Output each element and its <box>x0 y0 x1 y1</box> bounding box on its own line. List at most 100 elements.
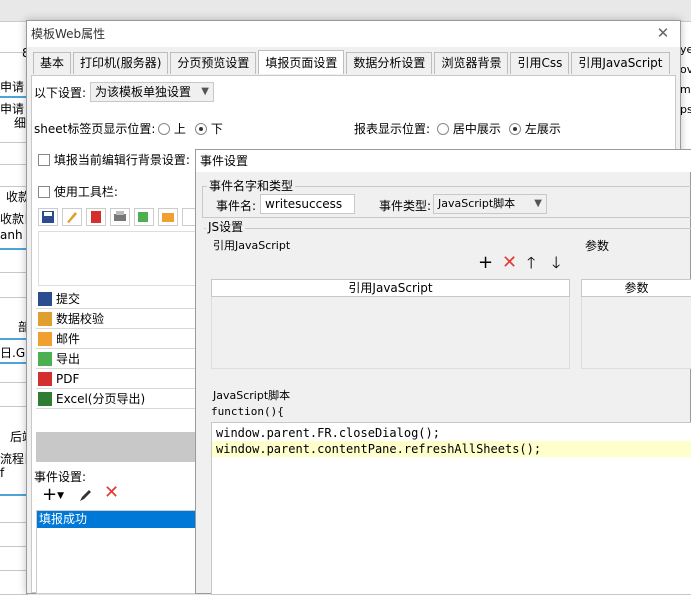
export-icon <box>38 352 52 366</box>
list-spacer <box>36 414 200 432</box>
delete-icon[interactable]: ✕ <box>502 254 517 272</box>
option-label: 居中展示 <box>452 122 501 136</box>
list-divider <box>36 432 200 462</box>
bg-cell: ov <box>680 63 691 76</box>
tab-page-preview[interactable]: 分页预览设置 <box>170 52 257 74</box>
fill-bg-label: 填报当前编辑行背景设置: <box>53 153 190 167</box>
js-settings-group <box>204 228 691 229</box>
event-type-label: 事件类型: <box>379 199 432 213</box>
event-type-select[interactable]: JavaScript脚本 ▼ <box>433 194 547 214</box>
list-item-label: 提交 <box>56 292 81 306</box>
script-label: JavaScript脚本 <box>213 389 291 402</box>
radio-selected-icon <box>509 123 521 135</box>
bg-cell: f <box>0 466 5 480</box>
chevron-down-icon: ▼ <box>201 86 209 97</box>
save-icon <box>38 292 52 306</box>
list-item[interactable]: Excel(分页导出) <box>36 389 198 409</box>
function-open: function(){ <box>211 405 284 418</box>
pdf-icon <box>38 372 52 386</box>
bg-cell: m <box>680 83 691 96</box>
edit-event-button[interactable] <box>78 487 94 506</box>
toolbar-preview <box>38 208 198 228</box>
export-icon[interactable] <box>134 208 154 226</box>
fill-bg-checkbox[interactable]: 填报当前编辑行背景设置: <box>38 151 190 168</box>
radio-icon <box>158 123 170 135</box>
event-name-label: 事件名: <box>216 199 257 213</box>
option-label: 左展示 <box>524 122 561 136</box>
pencil-icon[interactable] <box>62 208 82 226</box>
dialog-title: 事件设置 <box>196 150 691 172</box>
tab-ref-css[interactable]: 引用Css <box>510 52 570 74</box>
toolbar-drop-area <box>38 231 198 286</box>
tab-ref-js[interactable]: 引用JavaScript <box>571 52 670 74</box>
use-toolbar-checkbox[interactable]: 使用工具栏: <box>38 183 118 200</box>
tab-printer[interactable]: 打印机(服务器) <box>73 52 169 74</box>
params-label: 参数 <box>585 239 610 253</box>
checkbox-icon <box>38 154 50 166</box>
ref-js-label: 引用JavaScript <box>213 239 291 252</box>
tab-fill-page[interactable]: 填报页面设置 <box>258 50 345 74</box>
settings-label: 以下设置: <box>34 86 87 100</box>
report-position-option-left[interactable]: 左展示 <box>509 120 561 137</box>
sheet-tab-option-bottom[interactable]: 下 <box>195 120 223 137</box>
event-name-input[interactable]: writesuccess <box>260 194 355 214</box>
list-item[interactable]: 导出 <box>36 349 198 369</box>
params-column-header: 参数 <box>581 279 691 297</box>
tab-bar: 基本 打印机(服务器) 分页预览设置 填报页面设置 数据分析设置 浏览器背景 引… <box>33 50 672 74</box>
print-icon[interactable] <box>110 208 130 226</box>
bg-cell: anh <box>0 228 23 242</box>
arrow-up-icon[interactable]: 🡑 <box>527 254 535 272</box>
list-item[interactable]: 提交 <box>36 289 198 309</box>
event-settings-label: 事件设置: <box>34 470 87 484</box>
tab-data-analysis[interactable]: 数据分析设置 <box>346 52 433 74</box>
pdf-icon[interactable] <box>86 208 106 226</box>
settings-select-value: 为该模板单独设置 <box>95 85 192 99</box>
toolbar-button-list: 提交 数据校验 邮件 导出 PDF Excel(分页导出) <box>36 289 200 414</box>
list-item-label: PDF <box>56 372 80 386</box>
bg-cell: 流程目 <box>0 452 28 466</box>
radio-selected-icon <box>195 123 207 135</box>
list-item[interactable]: 邮件 <box>36 329 198 349</box>
add-event-button[interactable]: +▼ <box>42 486 64 505</box>
code-line: window.parent.FR.closeDialog(); <box>216 426 440 440</box>
pencil-icon <box>38 312 52 326</box>
list-item[interactable]: PDF <box>36 369 198 389</box>
close-icon[interactable]: ✕ <box>654 24 672 42</box>
report-position-option-center[interactable]: 居中展示 <box>437 120 501 137</box>
params-table[interactable] <box>581 297 691 369</box>
sheet-tab-position-label: sheet标签页显示位置: <box>34 122 156 136</box>
excel-icon <box>38 392 52 406</box>
bg-cell: ye <box>680 43 691 56</box>
add-icon[interactable]: + <box>478 254 493 272</box>
use-toolbar-label: 使用工具栏: <box>53 185 118 199</box>
background-right-cells: ye ov m ps <box>680 40 691 160</box>
group-legend: JS设置 <box>206 220 246 234</box>
ref-js-table[interactable] <box>211 297 570 369</box>
tab-basic[interactable]: 基本 <box>33 52 72 74</box>
code-editor[interactable]: window.parent.FR.closeDialog(); window.p… <box>211 422 691 595</box>
option-label: 下 <box>210 122 223 136</box>
code-line: window.parent.contentPane.refreshAllShee… <box>216 442 542 456</box>
radio-icon <box>437 123 449 135</box>
event-list-item[interactable]: 填报成功 <box>37 511 199 528</box>
save-icon[interactable] <box>38 208 58 226</box>
checkbox-icon <box>38 186 50 198</box>
group-legend: 事件名字和类型 <box>207 179 296 193</box>
tab-browser-bg[interactable]: 浏览器背景 <box>434 52 509 74</box>
mail-icon[interactable] <box>158 208 178 226</box>
delete-event-button[interactable]: ✕ <box>104 483 119 503</box>
option-label: 上 <box>173 122 186 136</box>
list-item-label: 导出 <box>56 352 81 366</box>
bg-cell: 收款目 <box>0 212 28 226</box>
bg-cell: ps <box>680 103 691 116</box>
sheet-tab-option-top[interactable]: 上 <box>158 120 186 137</box>
mail-icon <box>38 332 52 346</box>
chevron-down-icon: ▼ <box>534 198 542 209</box>
arrow-down-icon[interactable]: 🡓 <box>552 254 560 272</box>
event-settings-dialog: 事件设置 事件名字和类型 事件名: writesuccess 事件类型: Jav… <box>195 149 691 595</box>
event-list: 填报成功 <box>36 510 200 594</box>
list-item-label: Excel(分页导出) <box>56 392 146 406</box>
bg-cell: 日.G( <box>0 346 28 360</box>
settings-select[interactable]: 为该模板单独设置 ▼ <box>90 82 214 102</box>
list-item[interactable]: 数据校验 <box>36 309 198 329</box>
